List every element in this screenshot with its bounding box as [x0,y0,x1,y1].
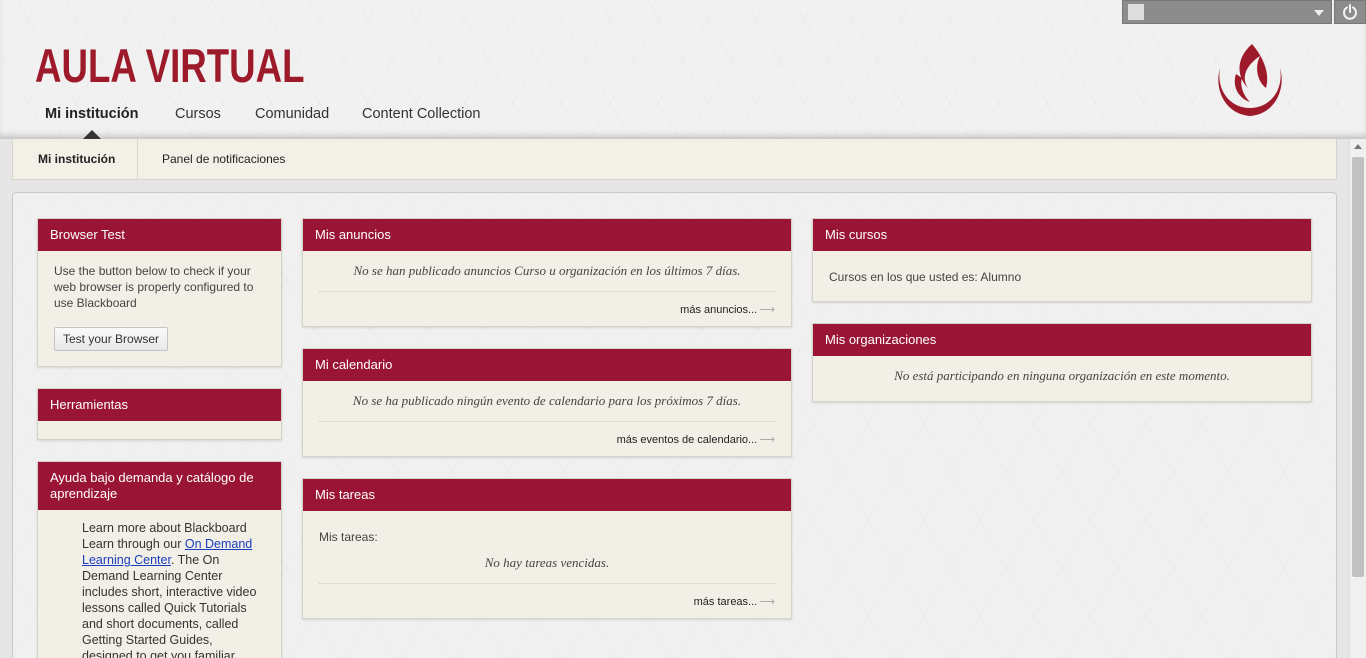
module-title[interactable]: Ayuda bajo demanda y catálogo de aprendi… [38,462,281,510]
arrow-right-icon: ⟶ [759,596,775,608]
module-mis-tareas: Mis tareas Mis tareas: No hay tareas ven… [302,478,792,619]
mas-anuncios-link[interactable]: más anuncios... [680,304,757,316]
module-mis-organizaciones: Mis organizaciones No está participando … [812,323,1312,402]
brand-title: AULA VIRTUAL [35,39,305,92]
scroll-up-icon[interactable] [1354,144,1362,149]
empty-message: No se ha publicado ningún evento de cale… [352,393,742,408]
module-mi-calendario: Mi calendario No se ha publicado ningún … [302,348,792,457]
arrow-right-icon: ⟶ [759,434,775,446]
sub-navigation: Mi institución Panel de notificaciones [12,139,1337,180]
logout-button[interactable] [1334,0,1366,24]
empty-message: No está participando en ninguna organiza… [894,368,1230,383]
subtab-mi-institucion[interactable]: Mi institución [38,139,115,179]
tab-mi-institucion[interactable]: Mi institución [45,106,138,122]
module-browser-test: Browser Test Use the button below to che… [37,218,282,367]
page-scrollbar[interactable] [1349,139,1366,658]
module-title[interactable]: Browser Test [38,219,281,251]
tab-comunidad[interactable]: Comunidad [255,106,329,122]
module-title[interactable]: Mis tareas [303,479,791,511]
tareas-label: Mis tareas: [319,530,378,544]
ayuda-text-part: . The On Demand Learning Center includes… [82,553,257,658]
module-title[interactable]: Mis organizaciones [813,324,1311,356]
power-icon [1343,4,1357,20]
module-title[interactable]: Mi calendario [303,349,791,381]
module-ayuda: Ayuda bajo demanda y catálogo de aprendi… [37,461,282,658]
empty-message: No hay tareas vencidas. [484,555,610,570]
module-title[interactable]: Mis anuncios [303,219,791,251]
user-menu[interactable] [1122,0,1332,24]
module-mis-cursos: Mis cursos Cursos en los que usted es: A… [812,218,1312,302]
module-mis-anuncios: Mis anuncios No se han publicado anuncio… [302,218,792,327]
empty-message: No se han publicado anuncios Curso u org… [353,263,741,278]
mas-tareas-link[interactable]: más tareas... [694,596,758,608]
subtab-panel-notificaciones[interactable]: Panel de notificaciones [162,139,285,179]
module-title[interactable]: Herramientas [38,389,281,421]
site-header: AULA VIRTUAL Mi institución Cursos Comun… [0,0,1366,139]
module-title[interactable]: Mis cursos [813,219,1311,251]
browser-test-text: Use the button below to check if your we… [54,264,254,310]
subnav-divider [137,139,138,179]
tab-cursos[interactable]: Cursos [175,106,221,122]
module-herramientas: Herramientas [37,388,282,440]
tab-content-collection[interactable]: Content Collection [362,106,481,122]
cursos-text: Cursos en los que usted es: Alumno [829,270,1022,284]
scrollbar-thumb[interactable] [1352,157,1364,577]
user-avatar-icon [1128,4,1144,20]
active-tab-indicator [83,130,101,139]
chevron-down-icon [1314,10,1324,16]
mas-eventos-link[interactable]: más eventos de calendario... [617,434,758,446]
test-browser-button[interactable]: Test your Browser [54,327,169,351]
ayuda-text: Learn more about Blackboard Learn throug… [38,510,281,658]
arrow-right-icon: ⟶ [759,304,775,316]
institution-logo-icon [1218,44,1282,116]
